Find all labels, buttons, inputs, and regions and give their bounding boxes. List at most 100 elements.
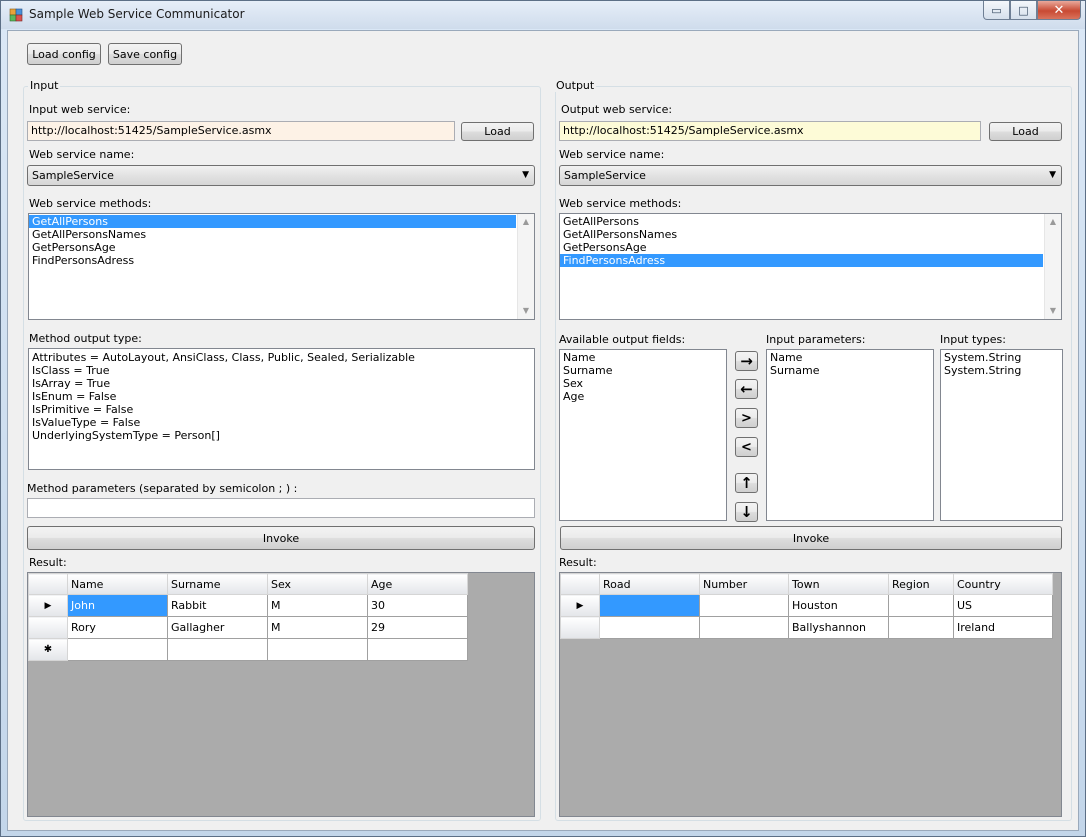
- grid-cell[interactable]: 29: [367, 616, 468, 639]
- list-item[interactable]: Surname: [767, 364, 933, 377]
- row-header[interactable]: [28, 616, 68, 639]
- input-methods-list[interactable]: GetAllPersons GetAllPersonsNames GetPers…: [28, 213, 535, 320]
- output-ws-url-field[interactable]: http://localhost:51425/SampleService.asm…: [559, 121, 981, 141]
- add-all-button[interactable]: >: [735, 408, 758, 428]
- list-item[interactable]: GetPersonsAge: [29, 241, 534, 254]
- grid-cell[interactable]: Rabbit: [167, 594, 268, 617]
- list-item[interactable]: FindPersonsAdress: [560, 254, 1043, 267]
- grid-cell[interactable]: Ireland: [953, 616, 1053, 639]
- window-title: Sample Web Service Communicator: [29, 7, 245, 21]
- output-invoke-button[interactable]: Invoke: [560, 526, 1062, 550]
- input-types-list[interactable]: System.String System.String: [940, 349, 1063, 521]
- remove-all-button[interactable]: <: [735, 437, 758, 457]
- save-config-button[interactable]: Save config: [108, 43, 182, 65]
- grid-cell[interactable]: John: [67, 594, 168, 617]
- column-header[interactable]: Surname: [167, 573, 268, 595]
- input-ws-name-select[interactable]: SampleService ▼: [27, 165, 535, 186]
- method-params-field[interactable]: [27, 498, 535, 518]
- grid-cell[interactable]: M: [267, 594, 368, 617]
- output-result-grid[interactable]: Road Number Town Region Country ▶ Housto…: [559, 572, 1062, 817]
- grid-cell[interactable]: [167, 638, 268, 661]
- grid-cell[interactable]: [67, 638, 168, 661]
- grid-cell[interactable]: M: [267, 616, 368, 639]
- current-row-icon[interactable]: ▶: [28, 594, 68, 617]
- column-header[interactable]: Sex: [267, 573, 368, 595]
- row-header[interactable]: [560, 616, 600, 639]
- grid-cell[interactable]: [267, 638, 368, 661]
- output-ws-name-select[interactable]: SampleService ▼: [559, 165, 1062, 186]
- grid-cell[interactable]: [888, 616, 954, 639]
- new-row[interactable]: ✱: [28, 638, 468, 661]
- new-row-icon[interactable]: ✱: [28, 638, 68, 661]
- close-button[interactable]: ✕: [1037, 1, 1081, 20]
- list-item[interactable]: GetAllPersonsNames: [560, 228, 1061, 241]
- grid-cell[interactable]: [699, 616, 789, 639]
- title-bar[interactable]: Sample Web Service Communicator ▭ □ ✕: [1, 1, 1085, 29]
- move-down-arrow-icon[interactable]: ↓: [735, 502, 758, 522]
- table-row[interactable]: Rory Gallagher M 29: [28, 616, 468, 639]
- grid-cell[interactable]: US: [953, 594, 1053, 617]
- table-row[interactable]: Ballyshannon Ireland: [560, 616, 1053, 639]
- list-item[interactable]: GetAllPersons: [560, 215, 1061, 228]
- table-row[interactable]: ▶ John Rabbit M 30: [28, 594, 468, 617]
- grid-cell[interactable]: Ballyshannon: [788, 616, 889, 639]
- grid-cell[interactable]: [888, 594, 954, 617]
- scroll-up-icon[interactable]: ▲: [1045, 214, 1061, 230]
- input-group-title: Input: [28, 79, 61, 92]
- available-fields-list[interactable]: Name Surname Sex Age: [559, 349, 727, 521]
- grid-cell[interactable]: [599, 616, 700, 639]
- method-output-type-box[interactable]: Attributes = AutoLayout, AnsiClass, Clas…: [28, 348, 535, 470]
- list-item[interactable]: Sex: [560, 377, 726, 390]
- grid-cell[interactable]: [367, 638, 468, 661]
- grid-cell[interactable]: [699, 594, 789, 617]
- input-invoke-button[interactable]: Invoke: [27, 526, 535, 550]
- list-item[interactable]: Age: [560, 390, 726, 403]
- grid-cell[interactable]: 30: [367, 594, 468, 617]
- list-item[interactable]: Name: [560, 351, 726, 364]
- input-params-list[interactable]: Name Surname: [766, 349, 934, 521]
- list-item[interactable]: GetAllPersons: [29, 215, 516, 228]
- list-item[interactable]: Surname: [560, 364, 726, 377]
- output-methods-scrollbar[interactable]: ▲ ▼: [1044, 214, 1061, 319]
- output-result-label: Result:: [559, 556, 597, 569]
- list-item[interactable]: System.String: [941, 364, 1062, 377]
- minimize-button[interactable]: ▭: [983, 1, 1010, 20]
- table-row[interactable]: ▶ Houston US: [560, 594, 1053, 617]
- list-item[interactable]: Name: [767, 351, 933, 364]
- output-type-line: IsClass = True: [32, 364, 110, 377]
- current-row-icon[interactable]: ▶: [560, 594, 600, 617]
- list-item[interactable]: System.String: [941, 351, 1062, 364]
- column-header[interactable]: Number: [699, 573, 789, 595]
- method-params-label: Method parameters (separated by semicolo…: [27, 482, 298, 495]
- scroll-down-icon[interactable]: ▼: [1045, 303, 1061, 319]
- grid-corner: [28, 573, 68, 595]
- input-methods-scrollbar[interactable]: ▲ ▼: [517, 214, 534, 319]
- column-header[interactable]: Age: [367, 573, 468, 595]
- list-item[interactable]: GetAllPersonsNames: [29, 228, 534, 241]
- list-item[interactable]: GetPersonsAge: [560, 241, 1061, 254]
- column-header[interactable]: Town: [788, 573, 889, 595]
- list-item[interactable]: FindPersonsAdress: [29, 254, 534, 267]
- output-load-button[interactable]: Load: [989, 122, 1062, 141]
- column-header[interactable]: Region: [888, 573, 954, 595]
- input-result-grid[interactable]: Name Surname Sex Age ▶ John Rabbit M 30 …: [27, 572, 535, 817]
- grid-cell[interactable]: Houston: [788, 594, 889, 617]
- column-header[interactable]: Country: [953, 573, 1053, 595]
- input-params-label: Input parameters:: [766, 333, 866, 346]
- grid-cell[interactable]: Rory: [67, 616, 168, 639]
- column-header[interactable]: Name: [67, 573, 168, 595]
- output-ws-label: Output web service:: [561, 103, 673, 116]
- load-config-button[interactable]: Load config: [27, 43, 101, 65]
- input-load-button[interactable]: Load: [461, 122, 534, 141]
- grid-cell[interactable]: [599, 594, 700, 617]
- add-field-arrow-icon[interactable]: →: [735, 351, 758, 371]
- column-header[interactable]: Road: [599, 573, 700, 595]
- maximize-button[interactable]: □: [1010, 1, 1037, 20]
- input-ws-url-field[interactable]: http://localhost:51425/SampleService.asm…: [27, 121, 455, 141]
- remove-field-arrow-icon[interactable]: ←: [735, 379, 758, 399]
- scroll-down-icon[interactable]: ▼: [518, 303, 534, 319]
- scroll-up-icon[interactable]: ▲: [518, 214, 534, 230]
- move-up-arrow-icon[interactable]: ↑: [735, 473, 758, 493]
- output-methods-list[interactable]: GetAllPersons GetAllPersonsNames GetPers…: [559, 213, 1062, 320]
- grid-cell[interactable]: Gallagher: [167, 616, 268, 639]
